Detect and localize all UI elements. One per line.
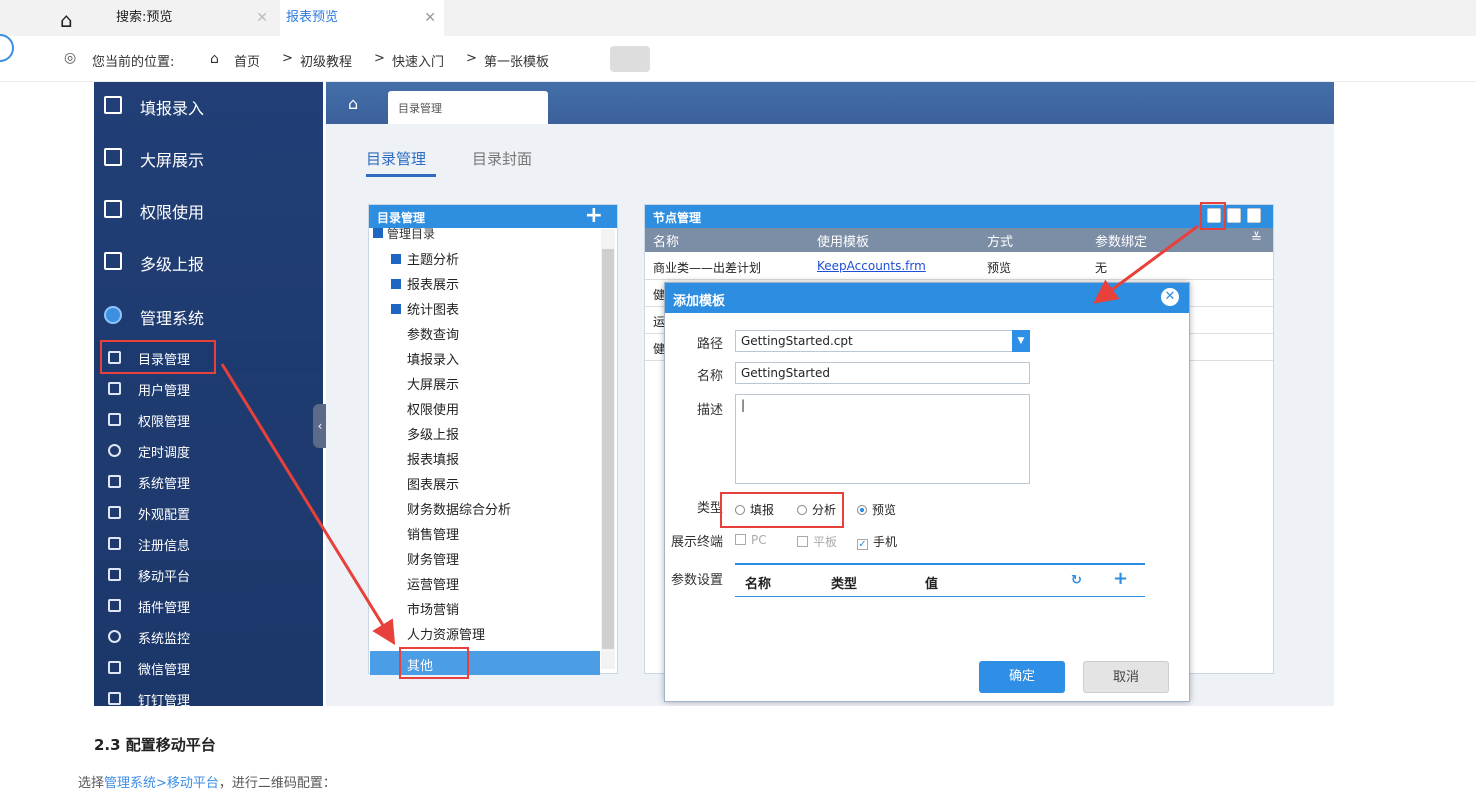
body-text: ，进行二维码配置： (218, 776, 336, 791)
arrow-to-dialog (1093, 224, 1199, 304)
body-link[interactable]: 管理系统>移动平台 (104, 776, 219, 791)
body-text: 选择 (78, 776, 105, 791)
arrow-to-other (220, 363, 396, 646)
annotation-arrows (220, 224, 1199, 646)
section-heading: 2.3 配置移动平台 (94, 736, 216, 754)
